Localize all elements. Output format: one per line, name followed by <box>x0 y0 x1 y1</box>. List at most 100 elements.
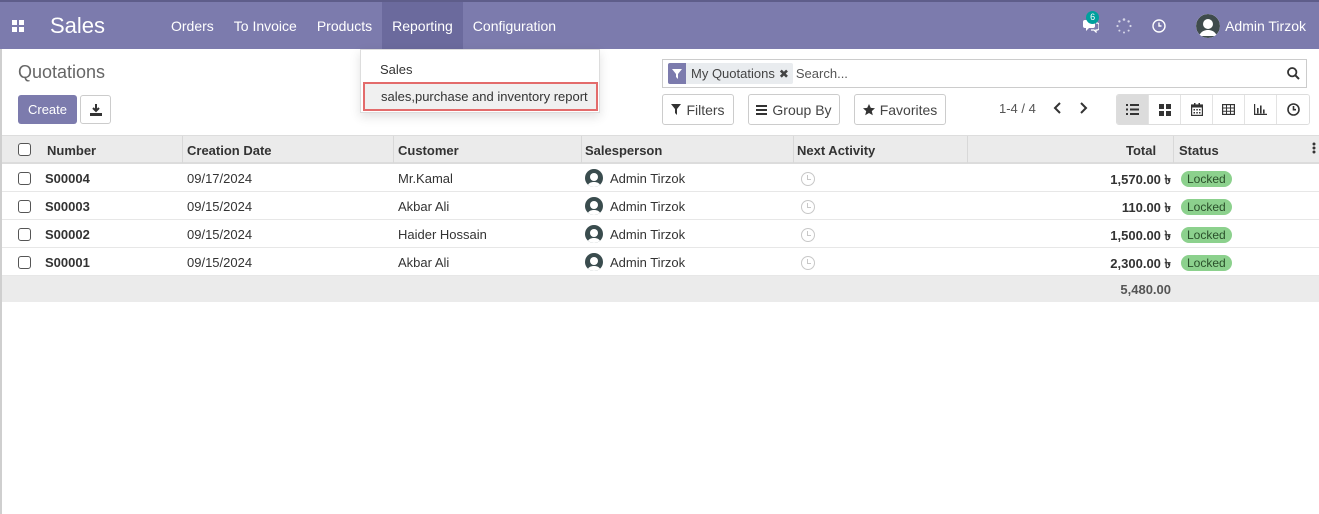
row-checkbox[interactable] <box>18 228 31 241</box>
cell-total: 110.00 ৳ <box>1121 200 1171 215</box>
select-all-checkbox[interactable] <box>18 143 31 156</box>
search-icon[interactable] <box>1280 67 1306 80</box>
menu-configuration[interactable]: Configuration <box>463 2 566 49</box>
menu-orders[interactable]: Orders <box>161 2 224 49</box>
user-menu[interactable]: Admin Tirzok <box>1196 13 1306 38</box>
cell-number: S00003 <box>45 199 90 214</box>
optional-columns-icon[interactable] <box>1312 141 1316 158</box>
table-row[interactable]: S00002 09/15/2024 Haider Hossain Admin T… <box>2 220 1319 248</box>
user-name: Admin Tirzok <box>1225 17 1306 34</box>
menu-to-invoice[interactable]: To Invoice <box>224 2 307 49</box>
column-header-total[interactable]: Total <box>1126 143 1156 158</box>
remove-facet-icon[interactable]: ✖ <box>779 67 793 81</box>
column-header-salesperson[interactable]: Salesperson <box>585 143 662 158</box>
top-navbar: Sales Orders To Invoice Products Reporti… <box>0 0 1319 49</box>
activity-clock-icon[interactable] <box>801 228 815 242</box>
status-badge: Locked <box>1181 227 1232 243</box>
column-separator <box>967 136 968 163</box>
activity-clock-icon[interactable] <box>801 200 815 214</box>
menu-products[interactable]: Products <box>307 2 382 49</box>
search-facet-my-quotations[interactable]: My Quotations ✖ <box>668 63 793 84</box>
table-footer: 5,480.00 <box>2 276 1319 302</box>
cell-salesperson: Admin Tirzok <box>610 227 686 242</box>
table-row[interactable]: S00003 09/15/2024 Akbar Ali Admin Tirzok… <box>2 192 1319 220</box>
cell-creation-date: 09/15/2024 <box>187 227 253 242</box>
activity-clock-icon[interactable] <box>801 256 815 270</box>
activity-clock-icon[interactable] <box>801 172 815 186</box>
cell-number: S00001 <box>45 255 90 270</box>
row-checkbox[interactable] <box>18 200 31 213</box>
view-switcher <box>1116 94 1310 125</box>
activity-view-icon[interactable] <box>1277 95 1309 124</box>
list-bars-icon <box>756 104 768 115</box>
pivot-view-icon[interactable] <box>1213 95 1245 124</box>
cell-total: 2,300.00 ৳ <box>1110 256 1171 271</box>
row-checkbox[interactable] <box>18 256 31 269</box>
messages-count-badge: 6 <box>1086 10 1100 24</box>
filters-button[interactable]: Filters <box>662 94 734 125</box>
pager-next-icon[interactable] <box>1077 100 1091 116</box>
column-separator <box>1173 136 1174 163</box>
create-button[interactable]: Create <box>18 95 77 124</box>
list-view-icon[interactable] <box>1117 95 1149 124</box>
cell-customer: Haider Hossain <box>398 227 487 242</box>
graph-view-icon[interactable] <box>1245 95 1277 124</box>
cell-number: S00002 <box>45 227 90 242</box>
kanban-view-icon[interactable] <box>1149 95 1181 124</box>
column-header-customer[interactable]: Customer <box>398 143 459 158</box>
table-row[interactable]: S00001 09/15/2024 Akbar Ali Admin Tirzok… <box>2 248 1319 276</box>
favorites-label: Favorites <box>879 101 938 118</box>
row-checkbox[interactable] <box>18 172 31 185</box>
cell-salesperson: Admin Tirzok <box>610 199 686 214</box>
salesperson-avatar <box>585 225 603 243</box>
column-header-next-activity[interactable]: Next Activity <box>797 143 875 158</box>
dropdown-item-sales-purchase-inventory-report[interactable]: sales,purchase and inventory report <box>363 82 598 111</box>
column-separator <box>182 136 183 163</box>
column-separator <box>393 136 394 163</box>
filter-icon <box>671 104 682 115</box>
page-title: Quotations <box>18 62 106 82</box>
grand-total: 5,480.00 <box>1120 282 1171 297</box>
facet-value: My Quotations <box>691 66 775 81</box>
column-header-number[interactable]: Number <box>47 143 96 158</box>
table-header: Number Creation Date Customer Salesperso… <box>2 135 1319 164</box>
messages-icon[interactable]: 6 <box>1076 10 1106 33</box>
status-badge: Locked <box>1181 171 1232 187</box>
pager-value[interactable]: 1-4 / 4 <box>999 101 1036 116</box>
star-icon <box>862 103 875 115</box>
user-avatar <box>1196 13 1221 38</box>
column-header-creation-date[interactable]: Creation Date <box>187 143 272 158</box>
search-input[interactable] <box>795 66 1280 81</box>
dropdown-item-sales[interactable]: Sales <box>361 62 599 77</box>
table-row[interactable]: S00004 09/17/2024 Mr.Kamal Admin Tirzok … <box>2 164 1319 192</box>
cell-salesperson: Admin Tirzok <box>610 255 686 270</box>
cell-customer: Akbar Ali <box>398 199 450 214</box>
calendar-view-icon[interactable] <box>1181 95 1213 124</box>
salesperson-avatar <box>585 197 603 215</box>
export-download-button[interactable] <box>80 95 111 124</box>
cell-creation-date: 09/17/2024 <box>187 171 253 186</box>
search-bar: My Quotations ✖ <box>662 59 1307 88</box>
column-separator <box>581 136 582 163</box>
cell-customer: Akbar Ali <box>398 255 450 270</box>
cell-salesperson: Admin Tirzok <box>610 171 686 186</box>
navbar-systray: 6 Admin Tirzok <box>1076 2 1319 49</box>
salesperson-avatar <box>585 169 603 187</box>
app-title[interactable]: Sales <box>50 13 161 39</box>
cell-total: 1,500.00 ৳ <box>1110 228 1171 243</box>
column-separator <box>793 136 794 163</box>
group-by-button[interactable]: Group By <box>748 94 840 125</box>
status-badge: Locked <box>1181 255 1232 271</box>
filter-icon <box>668 63 686 84</box>
status-badge: Locked <box>1181 199 1232 215</box>
pager-previous-icon[interactable] <box>1050 100 1064 116</box>
cell-creation-date: 09/15/2024 <box>187 199 253 214</box>
quotations-table: Number Creation Date Customer Salesperso… <box>2 135 1319 302</box>
menu-reporting[interactable]: Reporting <box>382 2 463 49</box>
favorites-button[interactable]: Favorites <box>854 94 946 125</box>
column-header-status[interactable]: Status <box>1179 143 1219 158</box>
cell-number: S00004 <box>45 171 90 186</box>
group-by-label: Group By <box>772 101 832 118</box>
apps-menu-icon[interactable] <box>0 2 36 49</box>
activity-clock-icon[interactable] <box>1142 18 1176 33</box>
